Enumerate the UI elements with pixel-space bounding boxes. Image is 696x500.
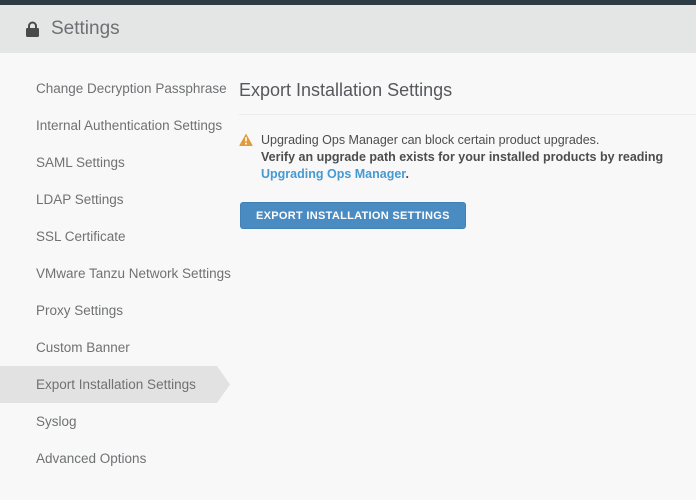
content-area: Change Decryption Passphrase Internal Au… [0,53,696,500]
sidebar-item-ldap-settings[interactable]: LDAP Settings [0,181,230,218]
warning-triangle-icon [239,133,253,146]
section-title: Export Installation Settings [239,80,696,101]
sidebar-item-proxy-settings[interactable]: Proxy Settings [0,292,230,329]
sidebar-item-syslog[interactable]: Syslog [0,403,230,440]
warning-line-2: Verify an upgrade path exists for your i… [261,149,696,183]
sidebar-item-change-decryption-passphrase[interactable]: Change Decryption Passphrase [0,70,230,107]
sidebar-item-vmware-tanzu-network-settings[interactable]: VMware Tanzu Network Settings [0,255,230,292]
export-installation-settings-button[interactable]: EXPORT INSTALLATION SETTINGS [240,202,466,229]
upgrade-warning: Upgrading Ops Manager can block certain … [239,132,696,183]
warning-text: Upgrading Ops Manager can block certain … [261,132,696,183]
main-panel: Export Installation Settings Upgrading O… [230,53,696,500]
sidebar-item-internal-authentication-settings[interactable]: Internal Authentication Settings [0,107,230,144]
warning-line-2-prefix: Verify an upgrade path exists for your i… [261,150,663,164]
upgrading-ops-manager-link[interactable]: Upgrading Ops Manager [261,167,405,181]
page-title: Settings [51,18,120,40]
settings-sidebar: Change Decryption Passphrase Internal Au… [0,53,230,500]
warning-line-2-suffix: . [405,167,408,181]
sidebar-item-advanced-options[interactable]: Advanced Options [0,440,230,477]
section-divider [239,114,696,115]
page-header: Settings [0,5,696,53]
lock-icon [25,21,40,37]
sidebar-item-export-installation-settings[interactable]: Export Installation Settings [0,366,230,403]
sidebar-item-saml-settings[interactable]: SAML Settings [0,144,230,181]
sidebar-item-custom-banner[interactable]: Custom Banner [0,329,230,366]
warning-line-1: Upgrading Ops Manager can block certain … [261,132,696,149]
sidebar-item-ssl-certificate[interactable]: SSL Certificate [0,218,230,255]
